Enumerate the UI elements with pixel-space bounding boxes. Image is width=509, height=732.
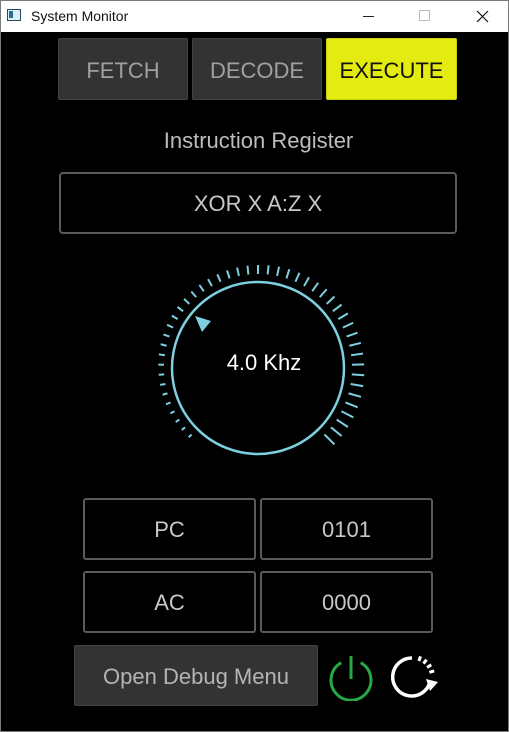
dial-tick: [323, 433, 336, 446]
dial-tick: [294, 272, 301, 283]
instruction-register-label: Instruction Register: [163, 128, 354, 153]
reset-icon: [390, 655, 438, 698]
fetch-button[interactable]: FETCH: [58, 38, 188, 100]
dial-tick: [198, 284, 205, 292]
dial-tick: [346, 331, 358, 338]
main-panel: FETCH DECODE EXECUTE Instruction Registe…: [1, 32, 508, 731]
dial-tick: [163, 333, 170, 338]
dial-tick: [311, 282, 319, 292]
dial-tick: [159, 382, 166, 386]
dial-tick: [166, 323, 174, 329]
dial-tick: [276, 266, 281, 277]
window-title: System Monitor: [31, 8, 129, 24]
dial-tick: [345, 401, 359, 409]
power-button[interactable]: [328, 651, 374, 702]
pc-register-label: PC: [83, 498, 256, 560]
dial-tick: [341, 410, 354, 419]
dial-tick: [348, 392, 362, 398]
decode-button[interactable]: DECODE: [192, 38, 322, 100]
close-icon[interactable]: [459, 1, 505, 32]
dial-tick: [169, 410, 175, 415]
dial-tick: [160, 343, 167, 347]
app-window-icon: [7, 9, 21, 21]
dial-tick: [176, 306, 184, 312]
dial-tick: [326, 295, 336, 305]
dial-tick: [171, 314, 179, 321]
clock-speed-value: 4.0 Khz: [226, 350, 302, 375]
dial-tick: [332, 303, 343, 312]
app-window: System Monitor FETCH DECODE EXECUTE Inst…: [0, 0, 509, 732]
dial-tick: [181, 426, 186, 431]
dial-tick: [350, 382, 364, 388]
dial-tick: [266, 265, 270, 275]
pc-register-value: 0101: [260, 498, 433, 560]
dial-tick: [226, 270, 231, 279]
title-bar[interactable]: System Monitor: [1, 1, 508, 32]
execute-button[interactable]: EXECUTE: [326, 38, 457, 100]
dial-tick: [175, 418, 180, 423]
dial-tick: [349, 341, 362, 347]
dial-tick: [319, 288, 328, 298]
maximize-icon[interactable]: [401, 1, 447, 32]
dial-tick: [165, 401, 171, 406]
minimize-icon[interactable]: [345, 1, 391, 32]
ac-register-label: AC: [83, 571, 256, 633]
open-debug-menu-button[interactable]: Open Debug Menu: [74, 645, 318, 706]
dial-tick: [342, 321, 354, 329]
dial-tick: [303, 276, 310, 287]
dial-tick: [285, 268, 291, 279]
dial-tick: [162, 392, 168, 396]
reset-button[interactable]: [388, 649, 438, 701]
dial-tick: [330, 426, 343, 437]
instruction-register-value: XOR X A:Z X: [59, 172, 457, 234]
dial-pointer-icon[interactable]: [195, 316, 211, 332]
dial-tick: [187, 433, 193, 439]
ac-register-value: 0000: [260, 571, 433, 633]
dial-tick: [207, 278, 213, 287]
dial-tick: [236, 267, 240, 277]
dial-tick: [216, 273, 222, 283]
power-icon: [329, 656, 373, 702]
dial-tick: [337, 312, 349, 321]
dial-tick: [190, 290, 197, 298]
clock-speed-dial[interactable]: 4.0 Khz: [158, 264, 365, 464]
dial-tick: [183, 298, 190, 305]
dial-tick: [336, 418, 349, 428]
dial-tick: [246, 265, 250, 275]
